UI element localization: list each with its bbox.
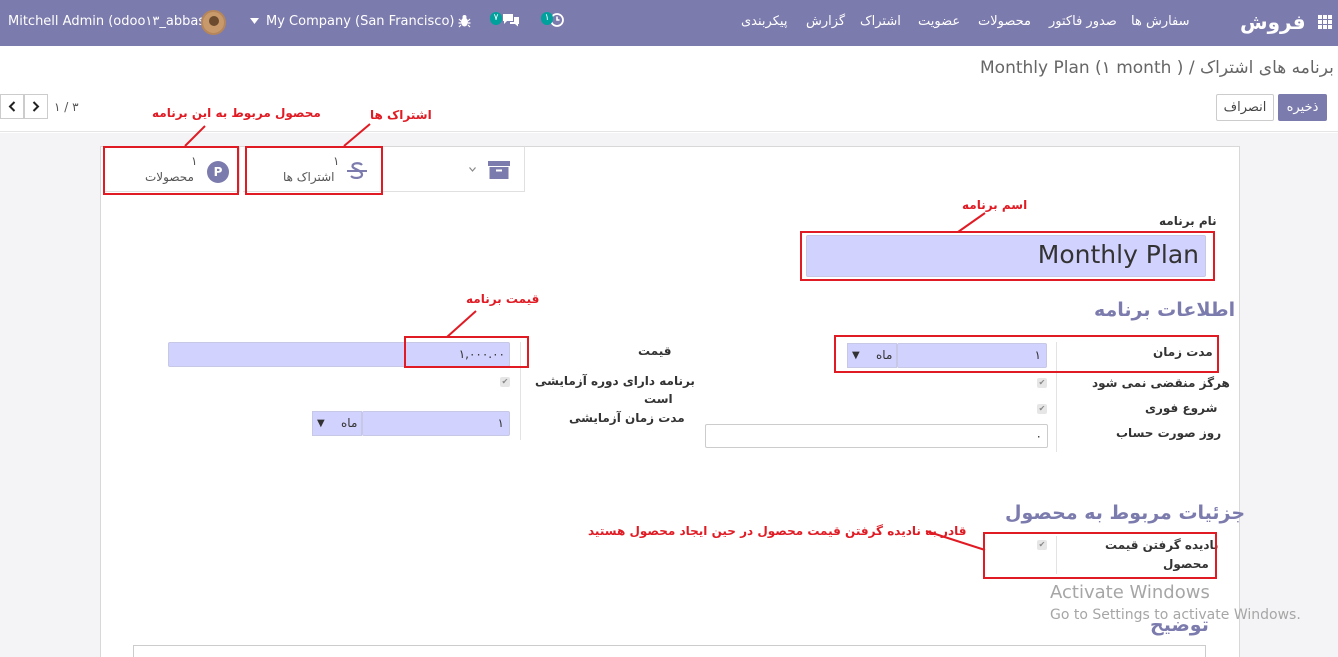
annotation-products: محصول مربوط به این برنامه bbox=[152, 106, 321, 120]
annotation-subscriptions: اشتراک ها bbox=[370, 108, 432, 122]
activate-windows-title: Activate Windows bbox=[1050, 582, 1210, 603]
annotation-plan-name: اسم برنامه bbox=[962, 198, 1028, 212]
activate-windows-subtitle: Go to Settings to activate Windows. bbox=[1050, 607, 1301, 623]
annotation-ignore-price: قادر به نادیده گرفتن قیمت محصول در حین ا… bbox=[588, 524, 967, 538]
annotation-price: قیمت برنامه bbox=[466, 292, 540, 306]
annotation-arrows bbox=[184, 123, 986, 551]
